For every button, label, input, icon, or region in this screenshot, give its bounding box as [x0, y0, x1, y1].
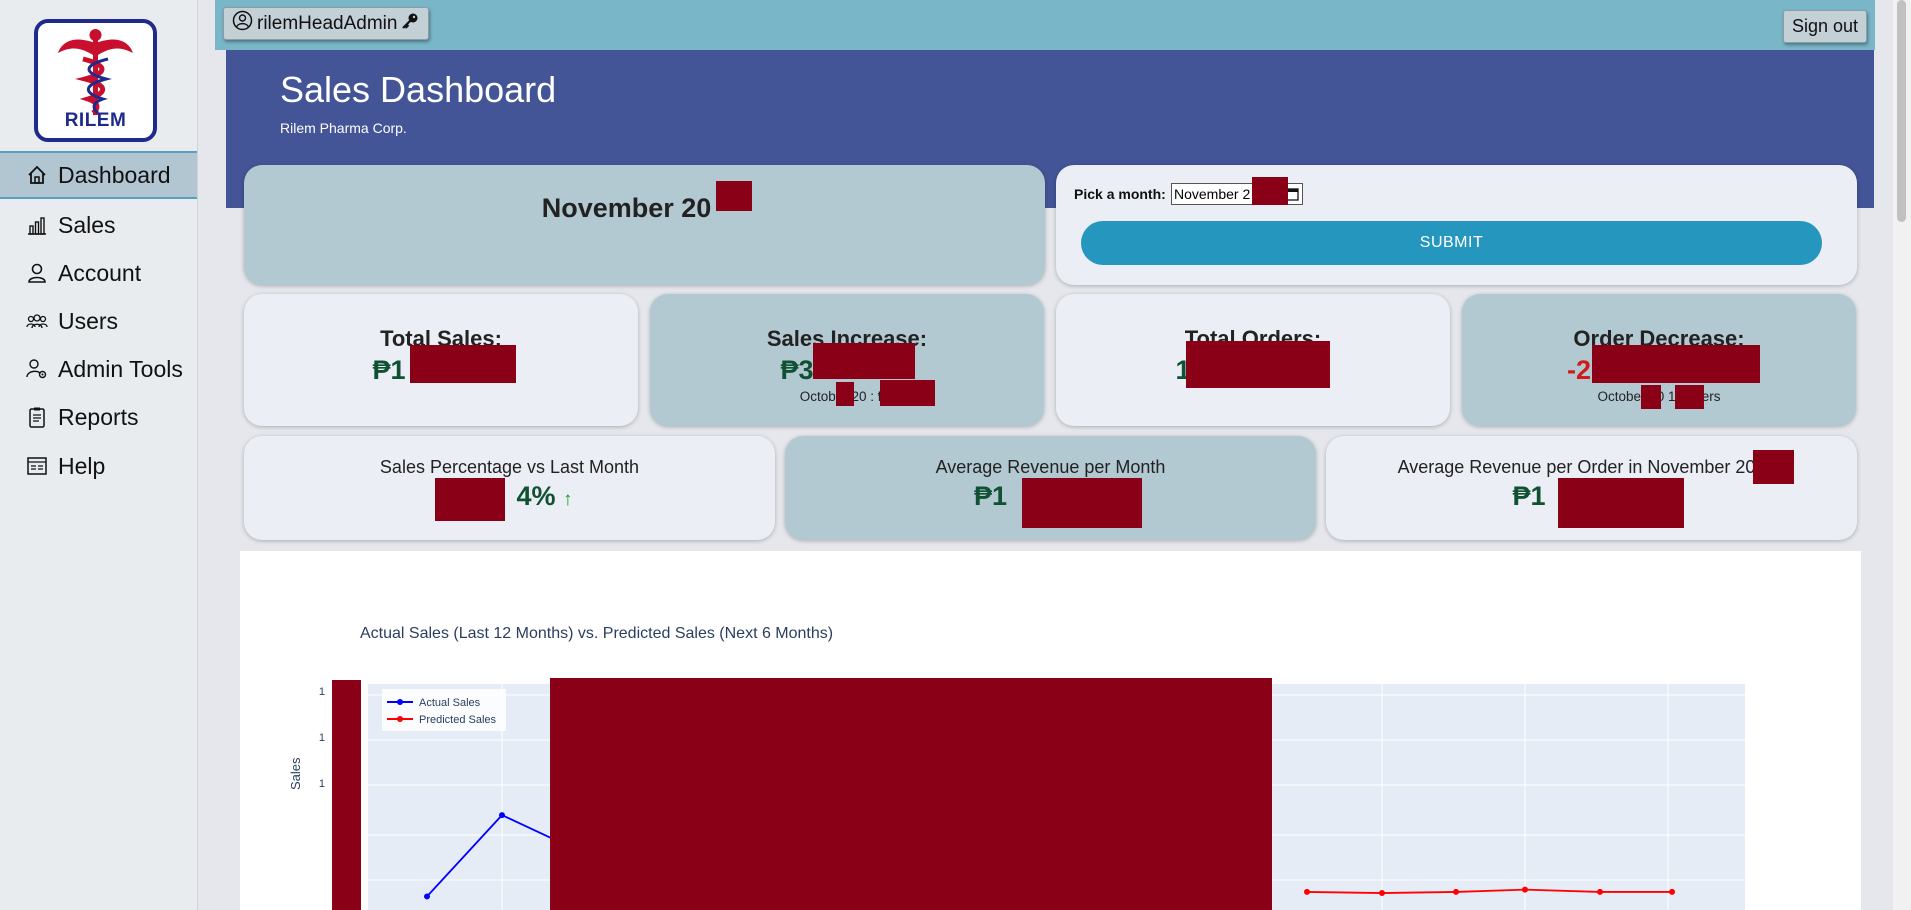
scrollbar-thumb[interactable] — [1897, 0, 1906, 222]
redaction — [1675, 385, 1704, 409]
metric-title: Sales Percentage vs Last Month — [379, 457, 640, 477]
trend-up-icon: ↑ — [563, 489, 573, 510]
sidebar-item-label: Account — [58, 259, 142, 286]
redaction — [1592, 345, 1760, 383]
key-icon — [401, 12, 419, 36]
month-input-value: November 2 — [1174, 186, 1251, 202]
sidebar-item-label: Reports — [58, 403, 139, 430]
sign-out-button[interactable]: Sign out — [1783, 10, 1867, 43]
sidebar-item-label: Admin Tools — [58, 355, 183, 382]
redaction — [332, 680, 361, 910]
sidebar-item-label: Sales — [58, 211, 116, 238]
sidebar-item-help[interactable]: Help — [0, 442, 197, 490]
clipboard-icon — [26, 406, 48, 428]
chart-title: Actual Sales (Last 12 Months) vs. Predic… — [360, 625, 834, 642]
people-icon — [26, 310, 48, 332]
redaction — [410, 345, 516, 383]
sidebar-item-dashboard[interactable]: Dashboard — [0, 151, 197, 199]
top-bar — [215, 0, 1875, 50]
username-label: rilemHeadAdmin — [257, 12, 398, 34]
home-icon — [26, 164, 48, 186]
caduceus-icon — [58, 29, 133, 115]
sidebar-item-admin-tools[interactable]: Admin Tools — [0, 345, 197, 393]
bar-chart-icon — [26, 214, 48, 236]
sidebar-item-reports[interactable]: Reports — [0, 393, 197, 441]
sidebar: RILEM Dashboard Sales Account Users Admi… — [0, 0, 198, 910]
help-card-icon — [26, 455, 48, 477]
month-picker-label: Pick a month: — [1074, 186, 1166, 202]
chart-ylabel: Sales — [288, 757, 303, 790]
redaction — [550, 678, 1272, 910]
metric-title: Average Revenue per Month — [935, 457, 1166, 477]
rilem-logo[interactable]: RILEM — [34, 19, 157, 142]
person-icon — [26, 262, 48, 284]
metric-value: 4% ↑ — [516, 481, 573, 511]
sidebar-item-label: Users — [58, 307, 119, 334]
sidebar-item-label: Dashboard — [58, 161, 171, 188]
sidebar-item-label: Help — [58, 452, 106, 479]
sales-percentage-card: Sales Percentage vs Last Month 4% ↑ — [244, 436, 775, 540]
submit-button[interactable]: SUBMIT — [1081, 221, 1822, 265]
redaction — [1186, 341, 1330, 388]
sidebar-item-sales[interactable]: Sales — [0, 201, 197, 249]
redaction — [1252, 177, 1288, 205]
redaction — [435, 478, 505, 521]
sidebar-item-users[interactable]: Users — [0, 297, 197, 345]
page-title: Sales Dashboard — [280, 69, 557, 110]
admin-gear-icon — [26, 358, 48, 380]
sidebar-item-account[interactable]: Account — [0, 249, 197, 297]
logo-text: RILEM — [64, 110, 127, 131]
redaction — [1641, 385, 1661, 409]
redaction — [1753, 450, 1794, 484]
user-menu-button[interactable]: rilemHeadAdmin — [223, 7, 430, 40]
redaction — [716, 181, 752, 211]
selected-month-card: November 20 — [244, 165, 1045, 285]
page-subtitle: Rilem Pharma Corp. — [280, 120, 407, 136]
selected-month-label: November 20 — [541, 193, 712, 223]
redaction — [836, 382, 854, 406]
redaction — [1022, 478, 1142, 528]
user-circle-icon — [232, 10, 253, 37]
redaction — [880, 380, 935, 406]
redaction — [1558, 478, 1684, 528]
redaction — [813, 343, 915, 379]
